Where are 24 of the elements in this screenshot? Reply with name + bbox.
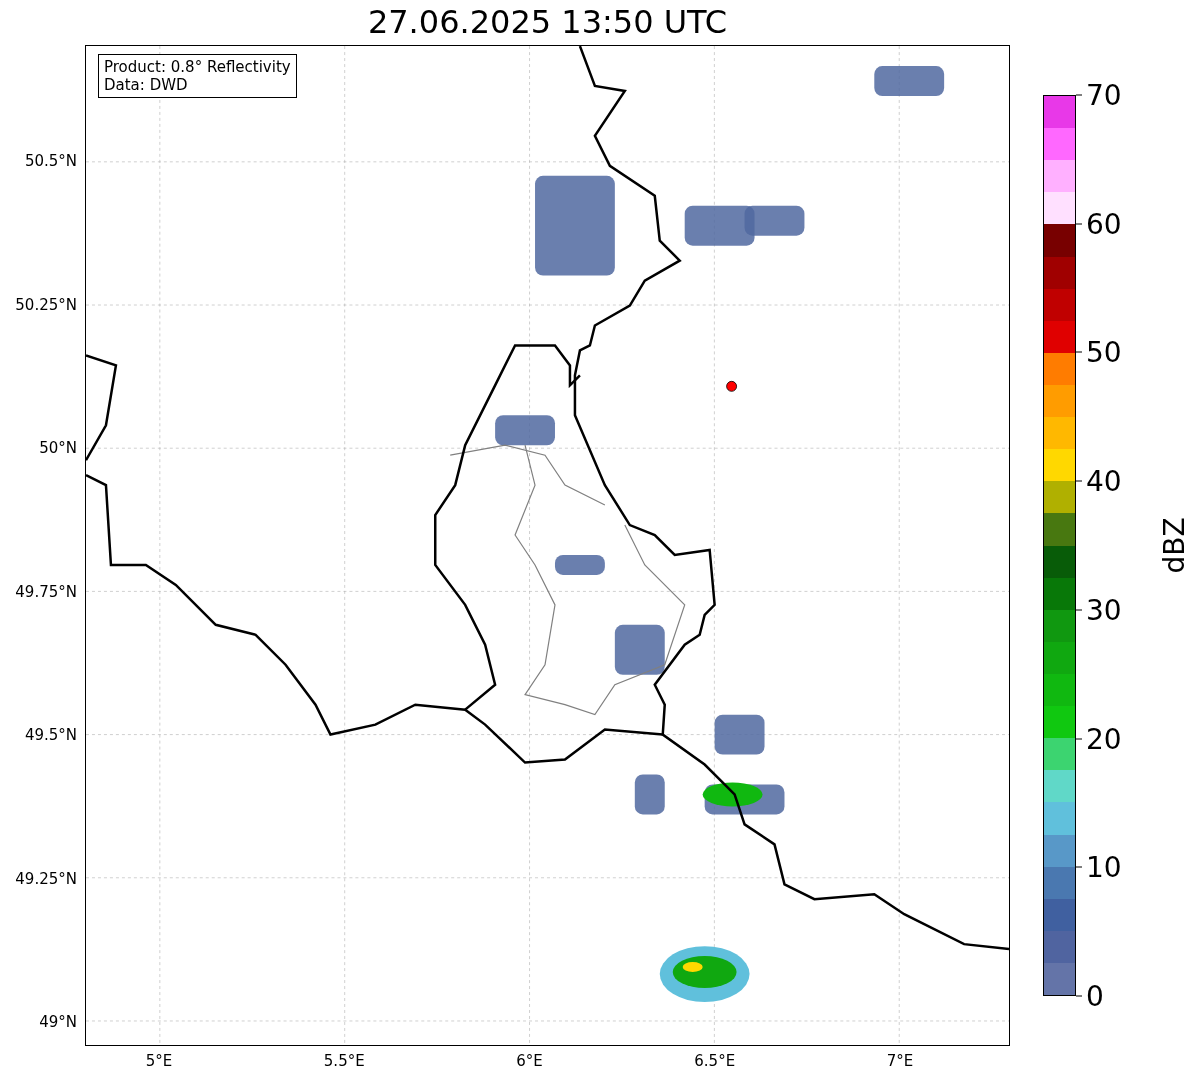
colorbar-tick-label: 40: [1086, 464, 1122, 498]
longitude-label: 5.5°E: [323, 1052, 365, 1070]
colorbar-tick-label: 0: [1086, 979, 1104, 1013]
colorbar-tick-label: 70: [1086, 78, 1122, 112]
colorbar-tick-label: 30: [1086, 593, 1122, 627]
latitude-label: 49°N: [39, 1013, 77, 1031]
longitude-label: 6°E: [516, 1052, 543, 1070]
colorbar-label: dBZ: [1157, 517, 1191, 574]
latitude-label: 49.5°N: [24, 726, 77, 744]
longitude-label: 5°E: [145, 1052, 173, 1070]
colorbar-tick-label: 10: [1086, 850, 1122, 884]
info-text: Data: DWD: [104, 76, 189, 94]
latitude-label: 50°N: [39, 439, 77, 457]
colorbar-tick-label: 50: [1086, 335, 1122, 369]
latitude-label: 49.75°N: [15, 582, 77, 601]
latitude-label: 49.25°N: [15, 869, 77, 888]
latitude-label: 50.5°N: [24, 152, 77, 170]
colorbar-tick-label: 60: [1086, 207, 1122, 241]
chart-title: 27.06.2025 13:50 UTC: [366, 2, 729, 43]
longitude-label: 6.5°E: [694, 1052, 736, 1070]
info-text: Product: 0.8° Reflectivity: [104, 58, 291, 76]
longitude-label: 7°E: [886, 1052, 914, 1070]
latitude-label: 50.25°N: [15, 295, 77, 314]
colorbar-tick-label: 20: [1086, 722, 1122, 756]
